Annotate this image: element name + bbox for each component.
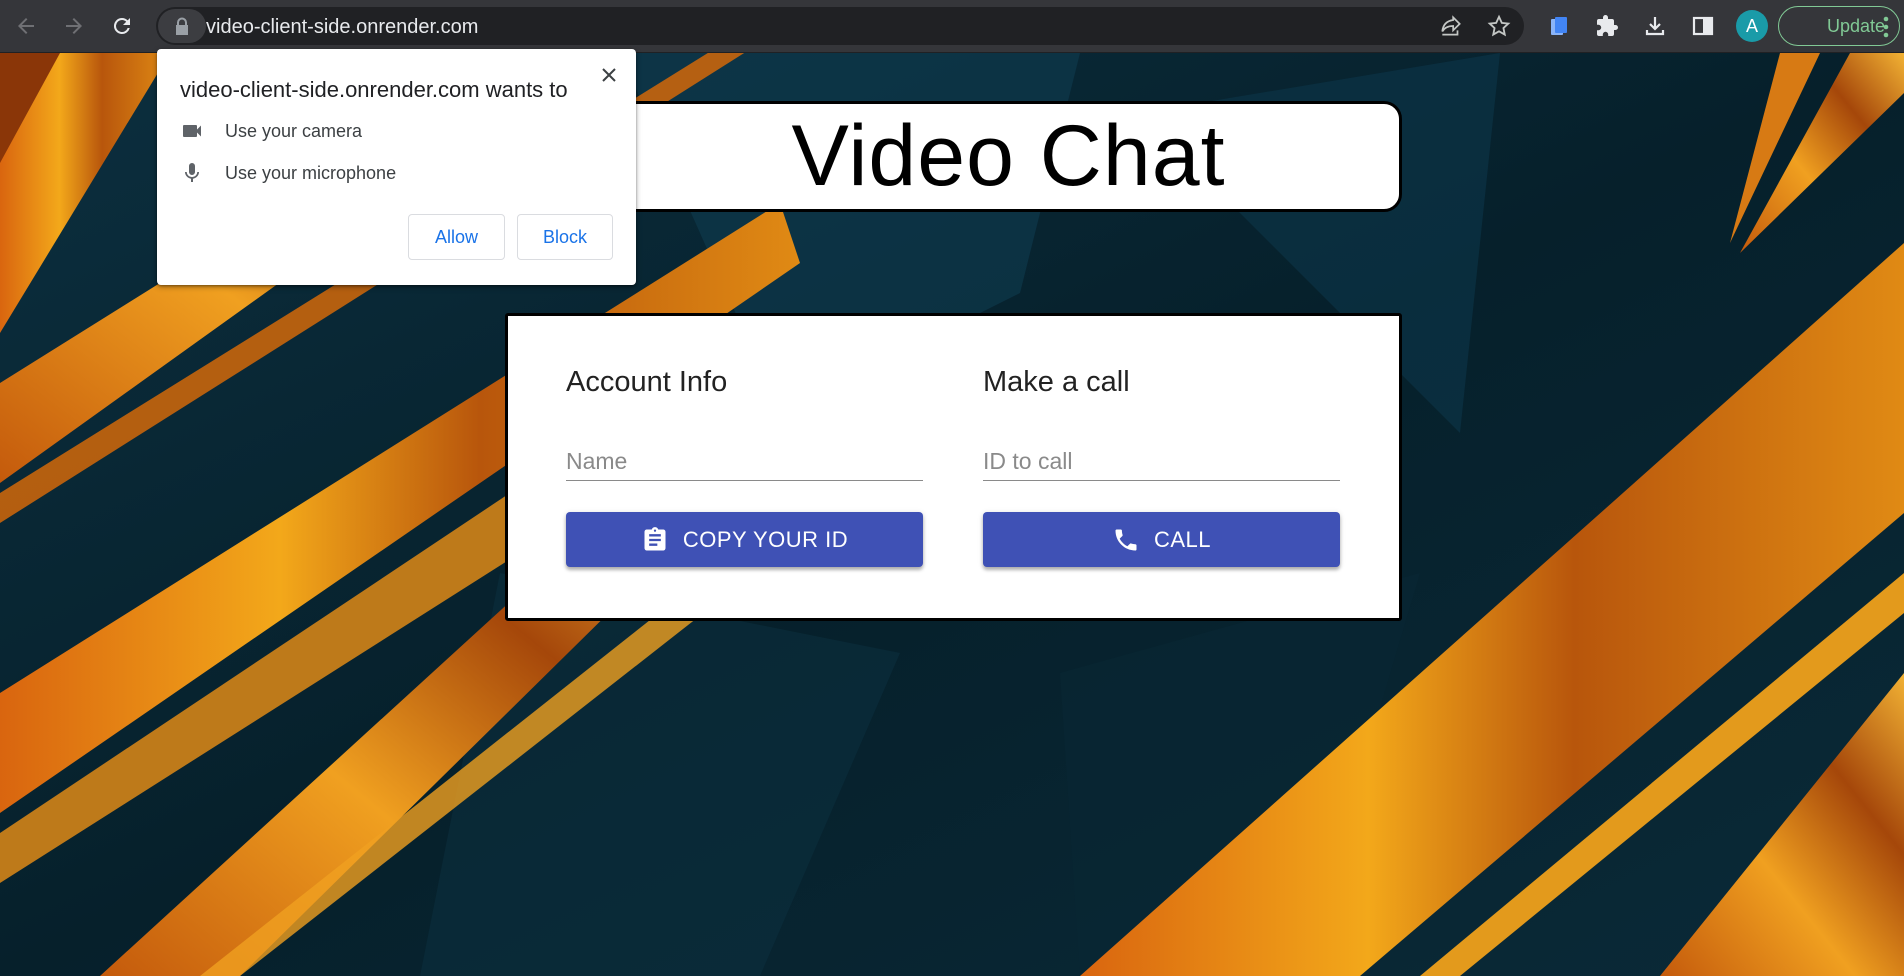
camera-icon [183, 125, 201, 137]
copy-id-button[interactable]: COPY YOUR ID [566, 512, 923, 567]
name-field [566, 434, 923, 481]
main-card: Account Info COPY YOUR ID Make a call CA… [505, 313, 1402, 621]
permission-popup: video-client-side.onrender.com wants to … [157, 49, 636, 285]
id-to-call-field [983, 434, 1340, 481]
close-icon [602, 68, 616, 82]
profile-avatar[interactable]: A [1736, 10, 1768, 42]
close-button[interactable] [595, 61, 623, 89]
block-button[interactable]: Block [517, 214, 613, 260]
update-label: Update [1827, 15, 1886, 36]
permission-item-camera [180, 118, 204, 144]
microphone-icon [185, 163, 199, 182]
permission-title: video-client-side.onrender.com wants to [180, 77, 568, 102]
download-icon[interactable] [1642, 13, 1668, 39]
back-button[interactable] [10, 10, 42, 42]
allow-button[interactable]: Allow [408, 214, 505, 260]
permission-item-microphone [180, 160, 204, 186]
reload-icon [113, 17, 130, 34]
call-button[interactable]: CALL [983, 512, 1340, 567]
browser-toolbar: video-client-side.onrender.com A Update [0, 0, 1904, 53]
site-info-button[interactable] [158, 9, 206, 43]
more-vert-icon [1883, 16, 1889, 38]
update-button[interactable]: Update [1778, 6, 1900, 46]
account-info-section: Account Info COPY YOUR ID [566, 366, 923, 567]
forward-button[interactable] [58, 10, 90, 42]
url-text[interactable]: video-client-side.onrender.com [206, 16, 478, 39]
extension-docs-icon[interactable] [1546, 13, 1572, 39]
name-input[interactable] [566, 434, 923, 480]
address-bar[interactable]: video-client-side.onrender.com [156, 7, 1524, 45]
share-icon[interactable] [1438, 13, 1464, 39]
permission-camera-label: Use your camera [225, 121, 363, 141]
make-call-heading: Make a call [983, 366, 1130, 398]
side-panel-icon[interactable] [1690, 13, 1716, 39]
arrow-left-icon [18, 18, 34, 34]
puzzle-icon[interactable] [1594, 13, 1620, 39]
account-info-heading: Account Info [566, 366, 728, 398]
clipboard-icon [644, 526, 666, 550]
lock-icon [176, 17, 188, 35]
phone-icon [1115, 529, 1137, 550]
copy-id-label: COPY YOUR ID [682, 526, 849, 552]
call-label: CALL [1153, 526, 1212, 552]
permission-microphone-label: Use your microphone [225, 163, 397, 183]
star-icon[interactable] [1486, 13, 1512, 39]
id-to-call-input[interactable] [983, 434, 1340, 480]
arrow-right-icon [66, 18, 82, 34]
make-call-section: Make a call CALL [983, 366, 1340, 567]
reload-button[interactable] [106, 10, 138, 42]
page-title: Video Chat [791, 108, 1226, 204]
title-card: Video Chat [615, 101, 1402, 212]
